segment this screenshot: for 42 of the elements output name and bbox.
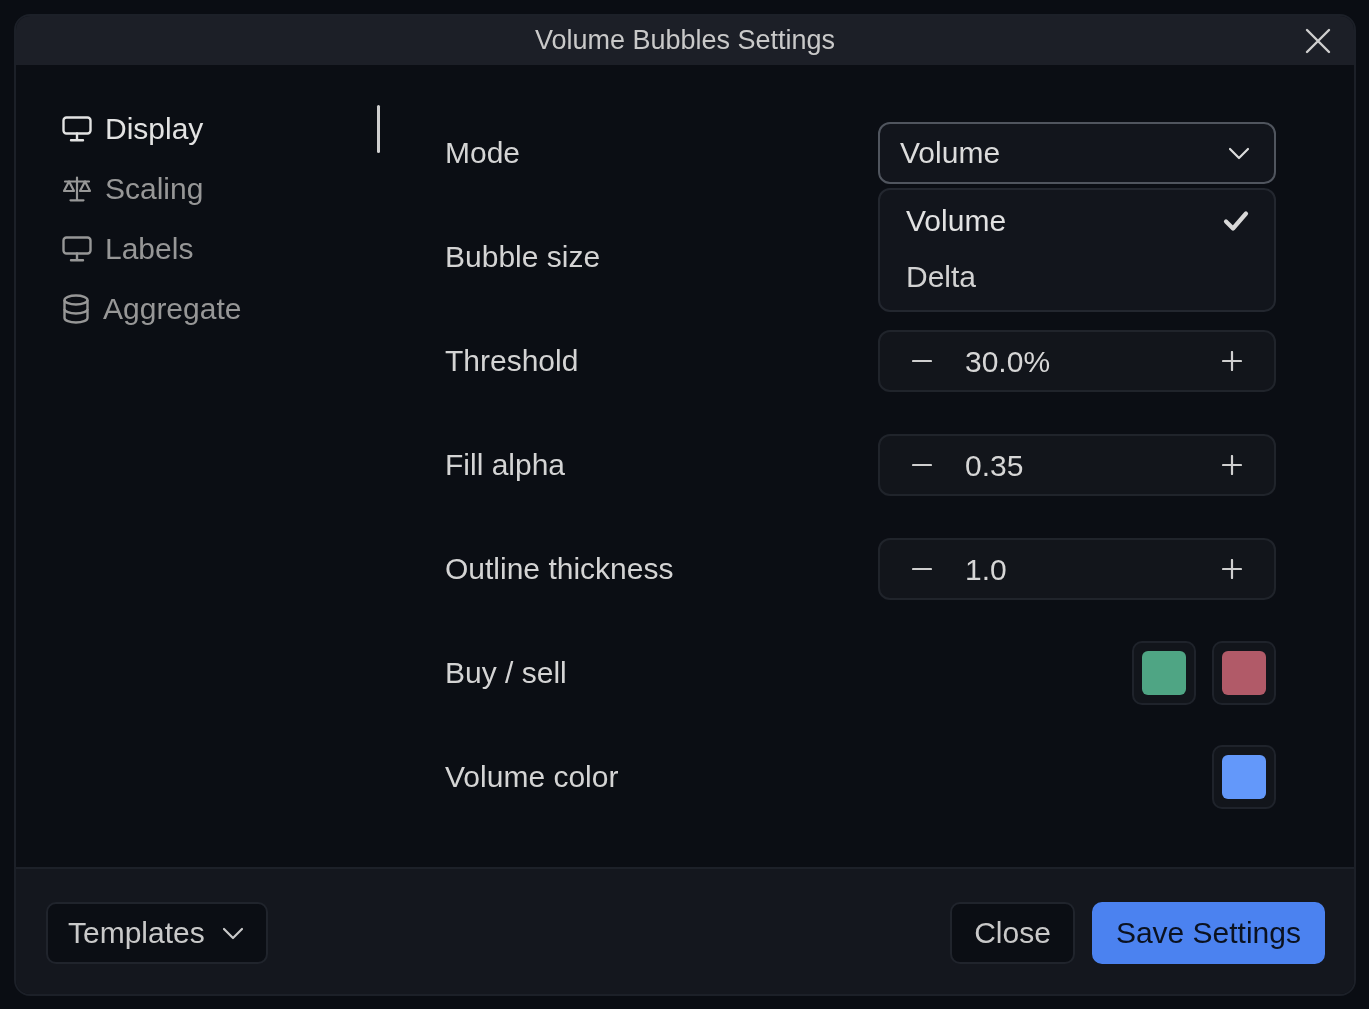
setting-label: Volume color <box>445 759 619 795</box>
setting-label: Fill alpha <box>445 447 566 483</box>
mode-select[interactable]: Volume <box>878 122 1276 184</box>
setting-label: Mode <box>445 135 521 171</box>
color-swatch-button[interactable] <box>1212 745 1276 809</box>
setting-label: Bubble size <box>445 239 601 275</box>
dialog-title: Volume Bubbles Settings <box>534 24 836 57</box>
scales-icon <box>62 176 92 202</box>
close-icon <box>1305 27 1331 54</box>
sidebar-item[interactable]: Labels <box>62 231 194 267</box>
plus-icon <box>1222 559 1242 579</box>
plus-icon <box>1222 455 1242 475</box>
number-input[interactable]: 30.0% <box>964 341 1190 381</box>
close-button[interactable]: Close <box>950 902 1075 964</box>
chevron-icon <box>1228 146 1250 160</box>
setting-label: Threshold <box>445 343 579 379</box>
minus-icon <box>912 567 932 571</box>
color-swatch-button[interactable] <box>1132 641 1196 705</box>
minus-icon <box>912 359 932 363</box>
color-swatch-button[interactable] <box>1212 641 1276 705</box>
selection-indicator <box>377 105 380 153</box>
number-input[interactable]: 0.35 <box>964 445 1190 485</box>
monitor-icon <box>62 236 92 262</box>
number-stepper[interactable]: 30.0% <box>878 330 1276 392</box>
database-icon <box>62 294 90 324</box>
setting-label: Buy / sell <box>445 655 567 691</box>
sidebar-item[interactable]: Aggregate <box>62 291 242 327</box>
chevron-icon <box>222 926 244 940</box>
plus-icon <box>1222 351 1242 371</box>
dropdown-option[interactable]: Volume <box>880 193 1274 249</box>
templates-dropdown[interactable]: Templates <box>46 902 268 964</box>
monitor-icon <box>62 116 92 142</box>
check-icon <box>1223 210 1249 232</box>
dropdown-option[interactable]: Delta <box>880 249 1274 305</box>
number-stepper[interactable]: 1.0 <box>878 538 1276 600</box>
number-stepper[interactable]: 0.35 <box>878 434 1276 496</box>
sidebar-item[interactable]: Display <box>62 111 204 147</box>
minus-icon <box>912 463 932 467</box>
sidebar-item[interactable]: Scaling <box>62 171 204 207</box>
save-button[interactable]: Save Settings <box>1091 902 1325 964</box>
setting-label: Outline thickness <box>445 551 674 587</box>
number-input[interactable]: 1.0 <box>964 549 1190 589</box>
